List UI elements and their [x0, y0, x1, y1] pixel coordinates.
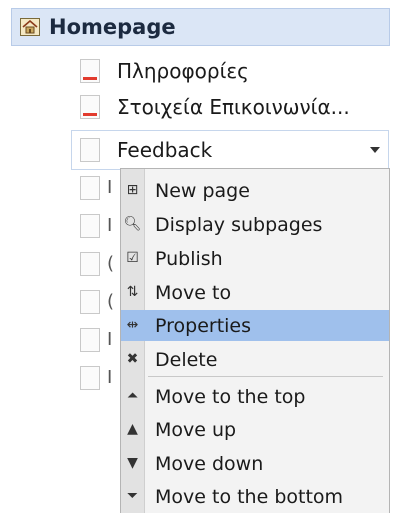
magnifier-icon: 🔍︎ — [123, 216, 142, 232]
move-up-icon: ▲ — [127, 421, 138, 437]
page-icon — [80, 214, 100, 238]
page-icon — [80, 95, 100, 119]
menu-item-move-to-bottom[interactable]: ⏷ Move to the bottom — [121, 481, 389, 512]
hidden-tree-label-fragment: I — [107, 367, 113, 388]
page-icon — [80, 59, 100, 83]
tree-item-plirofories[interactable]: Πληροφορίες — [80, 56, 249, 86]
checkbox-icon: ☑ — [126, 250, 139, 266]
menu-item-properties[interactable]: ⇹ Properties — [121, 310, 389, 341]
tree-item-label: Πληροφορίες — [117, 59, 249, 83]
page-icon — [80, 138, 100, 162]
menu-item-new-page[interactable]: ⊞ New page — [121, 175, 389, 206]
tree-item-label: Feedback — [117, 138, 213, 162]
menu-item-move-to-top[interactable]: ⏶ Move to the top — [121, 381, 389, 412]
menu-item-label: New page — [155, 179, 250, 202]
chevron-down-icon[interactable] — [370, 147, 380, 153]
delete-x-icon: ✖ — [126, 351, 139, 367]
menu-item-delete[interactable]: ✖ Delete — [121, 344, 389, 375]
tree-item-stoixeia-epikoinonias[interactable]: Στοιχεία Επικοινωνία... — [80, 92, 350, 122]
menu-item-label: Move to the top — [155, 385, 306, 408]
properties-icon: ⇹ — [126, 317, 139, 333]
tree-item-feedback[interactable]: Feedback — [71, 130, 389, 170]
menu-item-publish[interactable]: ☑ Publish — [121, 243, 389, 274]
hidden-tree-label-fragment: I — [107, 215, 113, 236]
tree-root-homepage[interactable]: Homepage — [11, 8, 390, 46]
menu-item-label: Properties — [155, 314, 252, 337]
move-arrows-icon: ⇅ — [126, 284, 139, 300]
page-icon — [80, 252, 100, 276]
tree-item-label: Στοιχεία Επικοινωνία... — [117, 95, 350, 119]
menu-item-label: Move to — [155, 281, 232, 304]
context-menu: ⊞ New page 🔍︎ Display subpages ☑ Publish… — [120, 168, 390, 513]
menu-item-label: Move to the bottom — [155, 485, 344, 508]
hidden-tree-label-fragment: I — [107, 177, 113, 198]
menu-item-label: Publish — [155, 247, 223, 270]
home-icon — [20, 18, 40, 36]
menu-item-label: Delete — [155, 348, 218, 371]
page-icon — [80, 328, 100, 352]
move-top-icon: ⏶ — [126, 388, 139, 404]
menu-item-label: Move down — [155, 452, 264, 475]
menu-separator — [148, 376, 383, 377]
hidden-tree-label-fragment: I — [107, 329, 113, 350]
hidden-tree-label-fragment: ( — [107, 253, 115, 274]
menu-item-move-down[interactable]: ▼ Move down — [121, 448, 389, 479]
hidden-tree-label-fragment: ( — [107, 291, 115, 312]
menu-item-label: Move up — [155, 418, 237, 441]
tree-root-label: Homepage — [49, 15, 176, 39]
menu-item-move-to[interactable]: ⇅ Move to — [121, 277, 389, 308]
page-icon — [80, 290, 100, 314]
menu-item-label: Display subpages — [155, 213, 323, 236]
page-icon — [80, 366, 100, 390]
plus-box-icon: ⊞ — [126, 182, 139, 198]
move-down-icon: ▼ — [127, 455, 138, 471]
move-bottom-icon: ⏷ — [126, 488, 139, 504]
page-icon — [80, 176, 100, 200]
menu-item-display-subpages[interactable]: 🔍︎ Display subpages — [121, 209, 389, 240]
menu-item-move-up[interactable]: ▲ Move up — [121, 414, 389, 445]
